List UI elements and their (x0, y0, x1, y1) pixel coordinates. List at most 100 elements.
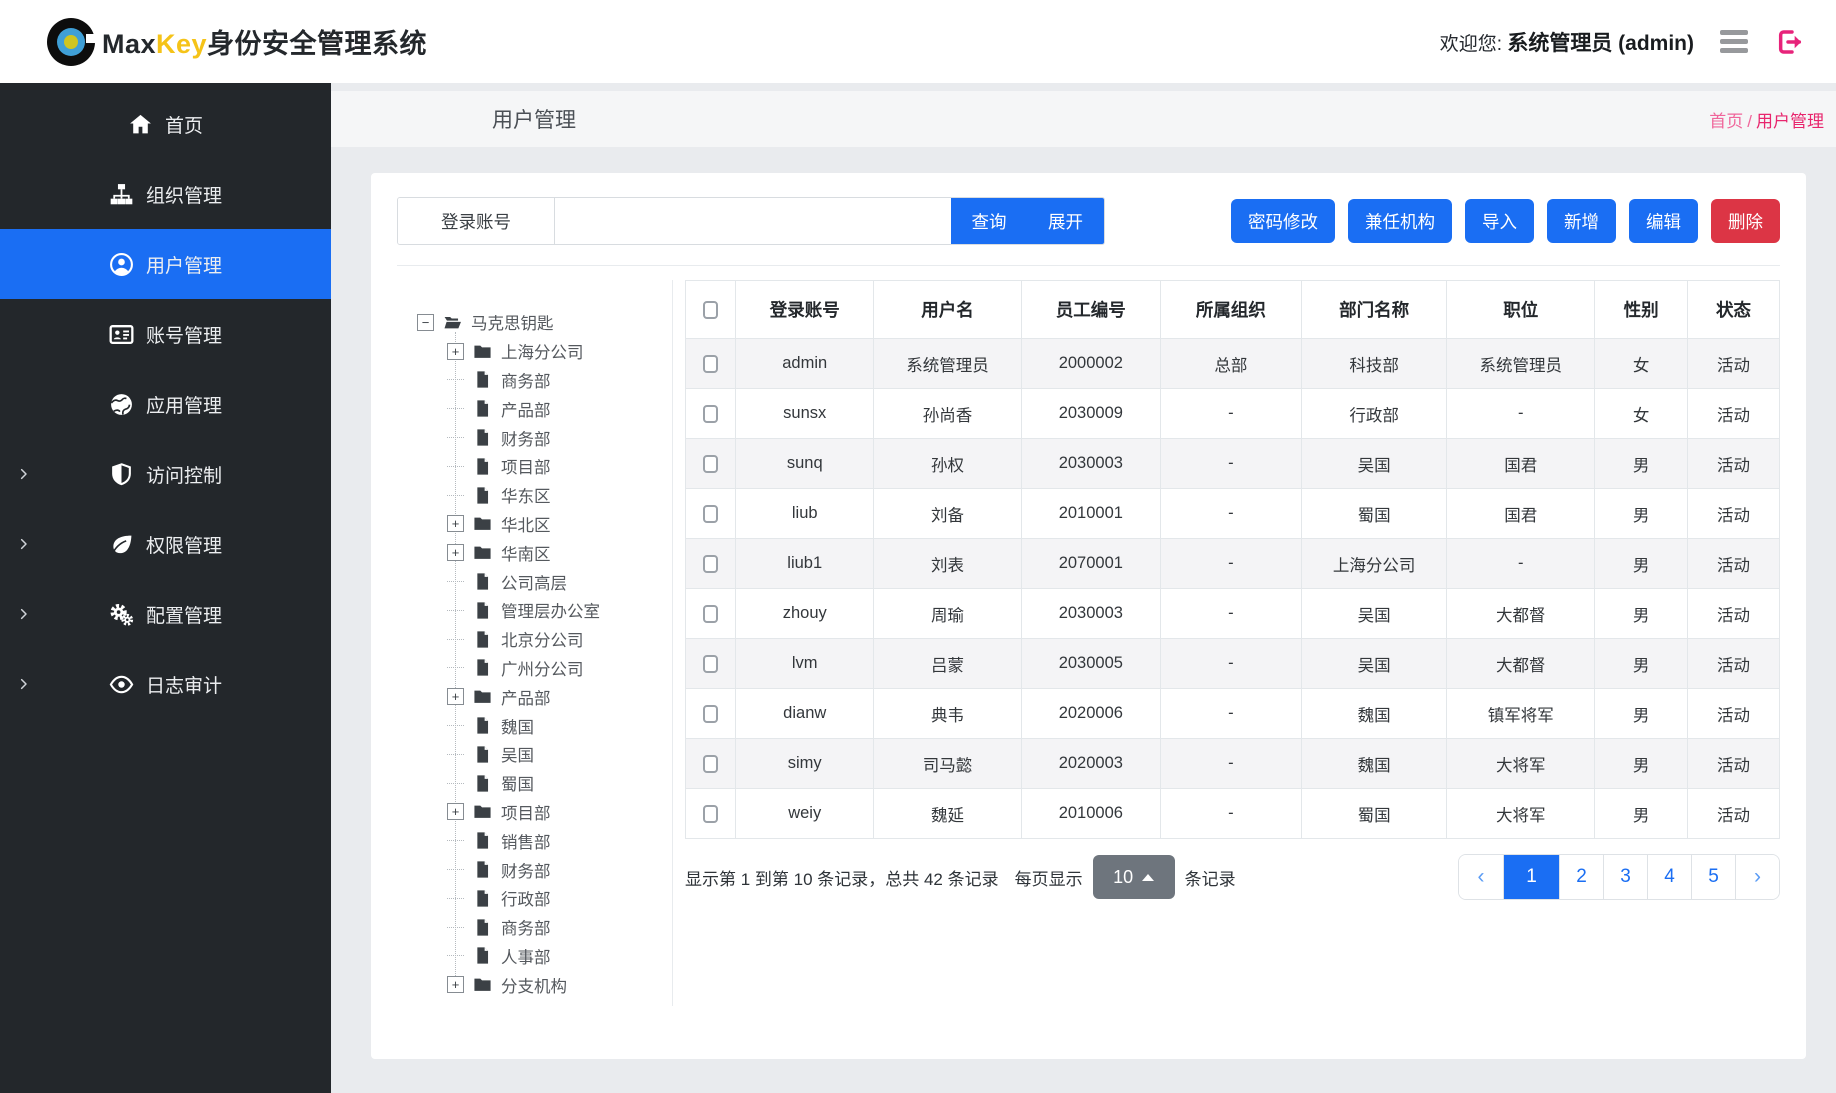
table-row-3[interactable]: liub刘备2010001-蜀国国君男活动 (686, 489, 1780, 539)
tree-connector (447, 667, 464, 668)
row-checkbox[interactable] (703, 455, 718, 473)
column-header-7: 状态 (1688, 281, 1780, 339)
cell-4-1: 刘表 (874, 539, 1022, 589)
tree-node-21[interactable]: 商务部 (447, 913, 672, 942)
row-checkbox[interactable] (703, 705, 718, 723)
tree-expander-icon[interactable]: + (447, 688, 464, 705)
sidebar-item-home[interactable]: 首页 (0, 89, 331, 159)
sidebar-item-permission[interactable]: 权限管理 (0, 509, 331, 579)
tree-node-5[interactable]: 项目部 (447, 452, 672, 481)
sidebar-item-config[interactable]: 配置管理 (0, 579, 331, 649)
adjunct-org-button[interactable]: 兼任机构 (1348, 199, 1452, 243)
page-button-1[interactable]: 1 (1503, 855, 1559, 899)
password-modify-button[interactable]: 密码修改 (1231, 199, 1335, 243)
query-button[interactable]: 查询 (951, 198, 1027, 244)
tree-node-2[interactable]: 商务部 (447, 366, 672, 395)
sidebar-item-access[interactable]: 访问控制 (0, 439, 331, 509)
per-page-select[interactable]: 10 (1093, 855, 1175, 899)
tree-expander-icon[interactable]: + (447, 976, 464, 993)
tree-node-9[interactable]: 公司高层 (447, 567, 672, 596)
tree-node-13[interactable]: +产品部 (447, 682, 672, 711)
tree-node-0[interactable]: −马克思钥匙 (417, 308, 672, 337)
tree-node-7[interactable]: +华北区 (447, 510, 672, 539)
sidebar-item-org[interactable]: 组织管理 (0, 159, 331, 229)
page-button-3[interactable]: 3 (1603, 855, 1647, 899)
table-row-9[interactable]: weiy魏延2010006-蜀国大将军男活动 (686, 789, 1780, 839)
cell-2-4: 吴国 (1301, 439, 1447, 489)
row-checkbox[interactable] (703, 805, 718, 823)
cell-9-5: 大将军 (1447, 789, 1595, 839)
page-next-button[interactable]: › (1735, 855, 1779, 899)
table-row-7[interactable]: dianw典韦2020006-魏国镇军将军男活动 (686, 689, 1780, 739)
tree-node-3[interactable]: 产品部 (447, 394, 672, 423)
tree-node-22[interactable]: 人事部 (447, 942, 672, 971)
import-button[interactable]: 导入 (1465, 199, 1534, 243)
table-footer: 显示第 1 到第 10 条记录，总共 42 条记录 每页显示 10 条记录 ‹1… (685, 854, 1780, 900)
row-checkbox[interactable] (703, 555, 718, 573)
table-row-0[interactable]: admin系统管理员2000002总部科技部系统管理员女活动 (686, 339, 1780, 389)
table-row-6[interactable]: lvm吕蒙2030005-吴国大都督男活动 (686, 639, 1780, 689)
tree-expander-icon[interactable]: + (447, 544, 464, 561)
sidebar-item-audit[interactable]: 日志审计 (0, 649, 331, 719)
select-all-checkbox[interactable] (703, 301, 718, 319)
sign-out-icon[interactable] (1774, 26, 1806, 58)
tree-node-10[interactable]: 管理层办公室 (447, 596, 672, 625)
tree-node-17[interactable]: +项目部 (447, 798, 672, 827)
add-button[interactable]: 新增 (1547, 199, 1616, 243)
sidebar-item-app[interactable]: 应用管理 (0, 369, 331, 439)
tree-node-23[interactable]: +分支机构 (447, 970, 672, 999)
expand-button[interactable]: 展开 (1027, 198, 1104, 244)
page-button-5[interactable]: 5 (1691, 855, 1735, 899)
row-checkbox[interactable] (703, 655, 718, 673)
tree-node-4[interactable]: 财务部 (447, 423, 672, 452)
tree-node-label: 管理层办公室 (501, 598, 600, 622)
tree-node-label: 华东区 (501, 483, 551, 507)
page-prev-button[interactable]: ‹ (1459, 855, 1503, 899)
page-button-4[interactable]: 4 (1647, 855, 1691, 899)
tree-node-label: 项目部 (501, 454, 551, 478)
cell-0-1: 系统管理员 (874, 339, 1022, 389)
welcome-user: 系统管理员 (admin) (1507, 32, 1694, 55)
table-row-1[interactable]: sunsx孙尚香2030009-行政部-女活动 (686, 389, 1780, 439)
tree-node-1[interactable]: +上海分公司 (447, 337, 672, 366)
welcome-prefix: 欢迎您: (1440, 34, 1502, 55)
sidebar-item-account[interactable]: 账号管理 (0, 299, 331, 369)
table-row-5[interactable]: zhouy周瑜2030003-吴国大都督男活动 (686, 589, 1780, 639)
tree-node-18[interactable]: 销售部 (447, 826, 672, 855)
tree-node-label: 财务部 (501, 858, 551, 882)
row-checkbox[interactable] (703, 605, 718, 623)
tree-node-16[interactable]: 蜀国 (447, 769, 672, 798)
tree-node-20[interactable]: 行政部 (447, 884, 672, 913)
cell-4-5: - (1447, 539, 1595, 589)
table-row-8[interactable]: simy司马懿2020003-魏国大将军男活动 (686, 739, 1780, 789)
edit-button[interactable]: 编辑 (1629, 199, 1698, 243)
tree-node-8[interactable]: +华南区 (447, 538, 672, 567)
row-checkbox[interactable] (703, 405, 718, 423)
tree-node-11[interactable]: 北京分公司 (447, 625, 672, 654)
breadcrumb-home-link[interactable]: 首页 (1709, 112, 1743, 131)
delete-button[interactable]: 删除 (1711, 199, 1780, 243)
tree-node-6[interactable]: 华东区 (447, 481, 672, 510)
tree-node-19[interactable]: 财务部 (447, 855, 672, 884)
menu-bars-icon[interactable] (1720, 30, 1748, 53)
row-checkbox[interactable] (703, 505, 718, 523)
tree-node-14[interactable]: 魏国 (447, 711, 672, 740)
tree-node-12[interactable]: 广州分公司 (447, 654, 672, 683)
tree-node-15[interactable]: 吴国 (447, 740, 672, 769)
app-root: MaxKey身份安全管理系统 欢迎您: 系统管理员 (admin) 首页组织管理… (0, 0, 1836, 1093)
breadcrumb-separator: / (1747, 112, 1752, 131)
page-button-2[interactable]: 2 (1559, 855, 1603, 899)
tree-expander-icon[interactable]: + (447, 515, 464, 532)
table-row-4[interactable]: liub1刘表2070001-上海分公司-男活动 (686, 539, 1780, 589)
row-checkbox[interactable] (703, 755, 718, 773)
tree-expander-icon[interactable]: + (447, 343, 464, 360)
row-checkbox[interactable] (703, 355, 718, 373)
tree-expander-icon[interactable]: − (417, 314, 434, 331)
cell-9-1: 魏延 (874, 789, 1022, 839)
tree-expander-icon[interactable]: + (447, 803, 464, 820)
table-row-2[interactable]: sunq孙权2030003-吴国国君男活动 (686, 439, 1780, 489)
cell-8-0: simy (736, 739, 874, 789)
tree-connector (447, 379, 464, 380)
sidebar-item-user[interactable]: 用户管理 (0, 229, 331, 299)
search-input[interactable] (555, 198, 951, 244)
